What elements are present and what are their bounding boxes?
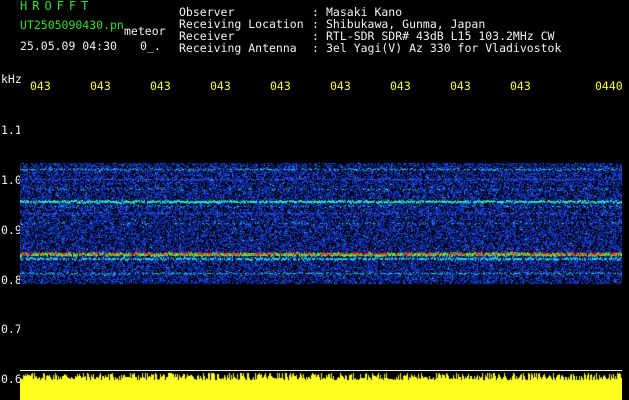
freq-tick: 0.8	[1, 273, 22, 287]
metadata-label-antenna: Receiving Antenna	[179, 41, 297, 55]
app-title: HROFFT	[20, 0, 94, 13]
metadata-colon: :	[312, 41, 319, 55]
frame-code: 0_.	[140, 39, 161, 53]
metadata-value-antenna: 3el Yagi(V) Az 330 for Vladivostok	[326, 41, 562, 55]
time-tick: 043	[390, 79, 411, 93]
time-tick: 043	[330, 79, 351, 93]
time-tick: 043	[450, 79, 471, 93]
time-tick: 043	[90, 79, 111, 93]
time-tick: 0440	[595, 79, 623, 93]
time-tick: 043	[510, 79, 531, 93]
freq-tick: 0.7	[1, 322, 22, 336]
freq-tick: 0.9	[1, 223, 22, 237]
time-tick: 043	[270, 79, 291, 93]
time-tick: 043	[150, 79, 171, 93]
freq-tick: 1.0	[1, 173, 22, 187]
time-tick: 043	[30, 79, 51, 93]
time-tick: 043	[210, 79, 231, 93]
date-time: 25.05.09 04:30	[20, 39, 117, 53]
file-name: UT2505090430.pn	[20, 18, 124, 32]
amplitude-bar	[20, 372, 622, 400]
freq-tick: 1.1	[1, 123, 22, 137]
freq-tick: 0.6	[1, 372, 22, 386]
spectrogram	[20, 95, 622, 367]
file-suffix: meteor	[124, 24, 166, 38]
amplitude-baseline	[20, 370, 622, 371]
khz-unit-label: kHz	[1, 72, 22, 86]
